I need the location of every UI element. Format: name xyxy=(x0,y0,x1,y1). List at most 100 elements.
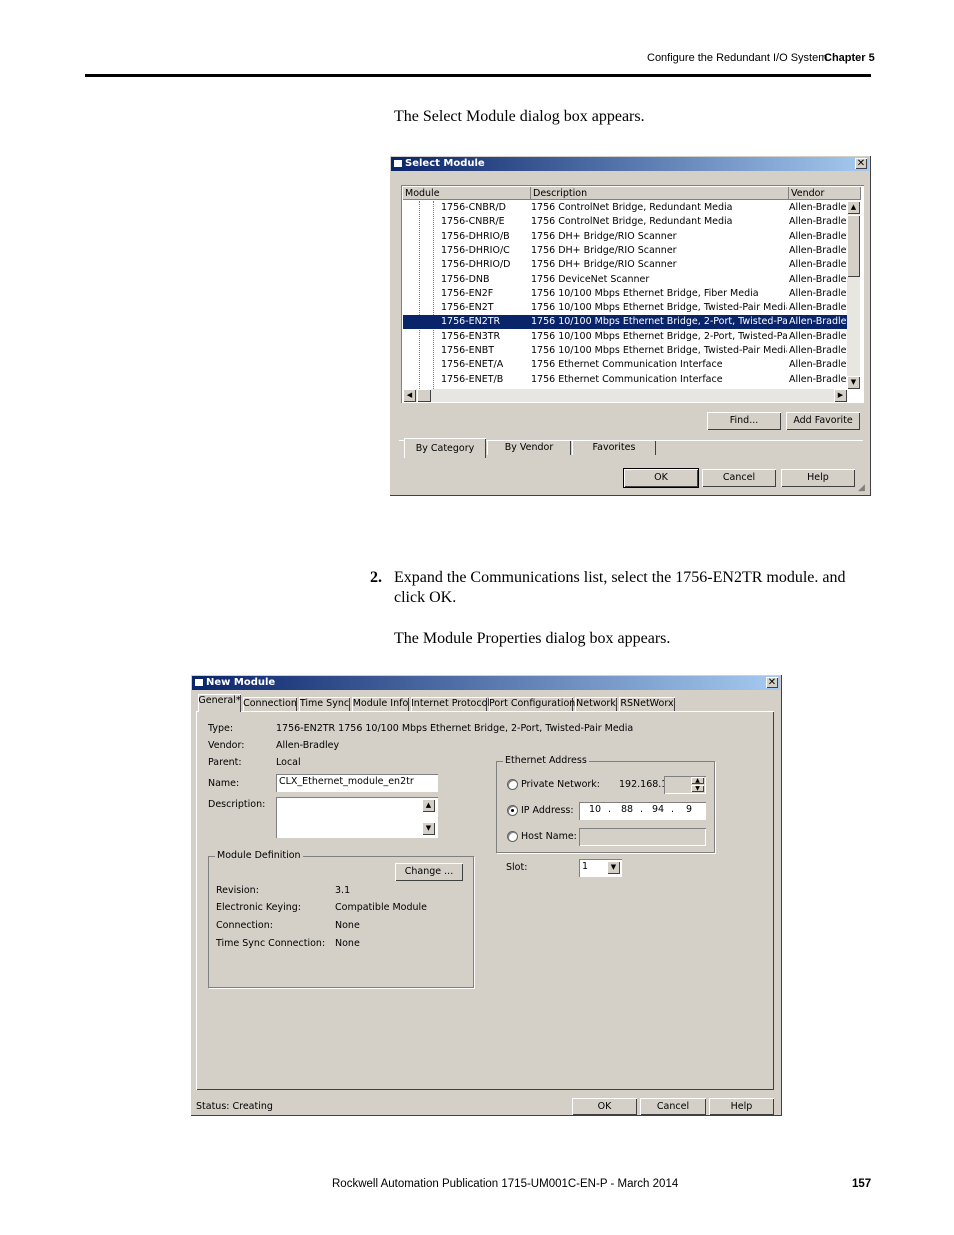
description-cell: 1756 DH+ Bridge/RIO Scanner xyxy=(531,244,677,256)
chevron-down-icon[interactable]: ▼ xyxy=(607,861,620,874)
list-item[interactable]: 1756-EN2TR 1756 10/100 Mbps Ethernet Brid… xyxy=(403,315,847,330)
private-network-spinner[interactable]: ▲ ▼ xyxy=(664,776,706,794)
vendor-cell: Allen-Bradley xyxy=(789,316,847,328)
cancel-button[interactable]: Cancel xyxy=(640,1098,706,1115)
scroll-right-icon[interactable]: ▶ xyxy=(834,389,847,402)
add-favorite-button[interactable]: Add Favorite xyxy=(786,412,860,430)
description-cell: 1756 10/100 Mbps Ethernet Bridge, Fiber … xyxy=(531,287,759,299)
horizontal-scrollbar[interactable]: ◀ ▶ xyxy=(403,389,847,402)
tab-by-category[interactable]: By Category xyxy=(404,438,486,458)
description-field[interactable]: ▲ ▼ xyxy=(276,797,438,838)
tab-internet-protocol[interactable]: Internet Protocol xyxy=(411,697,490,711)
spin-up-icon[interactable]: ▲ xyxy=(691,777,704,784)
help-button[interactable]: Help xyxy=(781,469,855,487)
scroll-left-icon[interactable]: ◀ xyxy=(403,389,416,402)
list-item[interactable]: 1756-DHRIO/D 1756 DH+ Bridge/RIO Scanner A… xyxy=(403,258,847,272)
scroll-up-icon[interactable]: ▲ xyxy=(847,201,860,214)
name-field[interactable]: CLX_Ethernet_module_en2tr xyxy=(276,774,438,792)
scroll-up-icon[interactable]: ▲ xyxy=(422,799,435,812)
list-item[interactable]: 1756-EN2T 1756 10/100 Mbps Ethernet Bridg… xyxy=(403,301,847,315)
list-item[interactable]: 1756-DHRIO/C 1756 DH+ Bridge/RIO Scanner A… xyxy=(403,244,847,258)
vendor-cell: Allen-Bradley xyxy=(789,230,847,242)
select-module-titlebar: Select Module ✕ xyxy=(391,157,869,171)
tab-network[interactable]: Network xyxy=(575,697,617,711)
tab-favorites[interactable]: Favorites xyxy=(572,440,656,455)
def-label-timesync: Time Sync Connection: xyxy=(216,938,326,949)
description-label: Description: xyxy=(208,799,266,810)
list-item[interactable]: 1756-ENBT 1756 10/100 Mbps Ethernet Bridg… xyxy=(403,344,847,358)
ip-address-field[interactable]: 10 . 88 . 94 . 9 xyxy=(579,802,706,820)
vendor-cell: Allen-Bradley xyxy=(789,244,847,256)
module-cell: 1756-ENBT xyxy=(441,345,495,356)
select-module-title: Select Module xyxy=(405,158,485,169)
description-cell: 1756 10/100 Mbps Ethernet Bridge, Twiste… xyxy=(531,302,787,314)
host-name-field[interactable] xyxy=(579,828,706,846)
hscroll-thumb[interactable] xyxy=(417,389,431,402)
vertical-scrollbar[interactable]: ▲ ▼ xyxy=(847,201,860,389)
tab-time-sync[interactable]: Time Sync xyxy=(299,697,350,711)
column-header-description[interactable]: Description xyxy=(531,187,789,200)
def-value-revision: 3.1 xyxy=(335,885,351,896)
list-item[interactable]: 1756-CNBR/E 1756 ControlNet Bridge, Redun… xyxy=(403,215,847,229)
module-cell: 1756-EN2TR xyxy=(441,316,501,328)
description-cell: 1756 Ethernet Communication Interface xyxy=(531,373,723,385)
slot-select[interactable]: 1 ▼ xyxy=(579,859,622,877)
ok-button[interactable]: OK xyxy=(623,468,699,488)
module-props-text: The Module Properties dialog box appears… xyxy=(394,630,671,647)
tab-connection[interactable]: Connection xyxy=(243,697,297,711)
vendor-cell: Allen-Bradley xyxy=(789,302,847,314)
list-item[interactable]: 1756-CNBR/D 1756 ControlNet Bridge, Redun… xyxy=(403,201,847,215)
scroll-down-icon[interactable]: ▼ xyxy=(422,822,435,835)
window-icon xyxy=(195,679,203,686)
vendor-value: Allen-Bradley xyxy=(276,740,340,751)
vendor-cell: Allen-Bradley xyxy=(789,216,847,228)
intro-text: The Select Module dialog box appears. xyxy=(394,108,645,125)
ip-address-radio[interactable] xyxy=(507,805,518,816)
cancel-button[interactable]: Cancel xyxy=(702,469,776,487)
host-name-radio[interactable] xyxy=(507,831,518,842)
module-cell: 1756-DNB xyxy=(441,273,490,285)
ok-button[interactable]: OK xyxy=(572,1098,637,1115)
list-item[interactable]: 1756-DNB 1756 DeviceNet Scanner Allen-Brad… xyxy=(403,273,847,287)
new-module-titlebar: New Module ✕ xyxy=(192,676,780,690)
column-header-module[interactable]: Module xyxy=(403,187,531,200)
vendor-cell: Allen-Bradley xyxy=(789,202,847,213)
footer-publication: Rockwell Automation Publication 1715-UM0… xyxy=(332,1178,679,1190)
list-item[interactable]: 1756-DHRIO/B 1756 DH+ Bridge/RIO Scanner A… xyxy=(403,230,847,244)
ip-octet-3: 94 xyxy=(652,804,665,815)
column-header-vendor[interactable]: Vendor xyxy=(789,187,861,200)
ip-octet-4: 9 xyxy=(686,804,693,815)
vendor-cell: Allen-Bradley xyxy=(789,359,847,371)
resize-grip-icon[interactable]: ◢ xyxy=(858,483,868,493)
module-cell: 1756-CNBR/E xyxy=(441,216,505,228)
list-item[interactable]: 1756-ENET/A 1756 Ethernet Communication I… xyxy=(403,358,847,372)
private-network-radio[interactable] xyxy=(507,779,518,790)
description-cell: 1756 DH+ Bridge/RIO Scanner xyxy=(531,259,677,271)
scroll-thumb[interactable] xyxy=(847,215,860,277)
general-panel: Type: 1756-EN2TR 1756 10/100 Mbps Ethern… xyxy=(196,711,774,1090)
change-button[interactable]: Change ... xyxy=(395,863,463,881)
spin-down-icon[interactable]: ▼ xyxy=(691,785,704,792)
step-text-line1: Expand the Communications list, select t… xyxy=(394,569,846,586)
tab-port-configuration[interactable]: Port Configuration xyxy=(489,697,575,711)
help-button[interactable]: Help xyxy=(709,1098,774,1115)
tab-by-vendor[interactable]: By Vendor xyxy=(487,440,571,455)
list-item[interactable]: 1756-ENET/B 1756 Ethernet Communication I… xyxy=(403,373,847,387)
list-item[interactable]: 1756-EN3TR 1756 10/100 Mbps Ethernet Brid… xyxy=(403,330,847,344)
module-list[interactable]: Module Description Vendor 1756-CNBR/D 175… xyxy=(401,185,864,403)
list-item[interactable]: 1756-EN2F 1756 10/100 Mbps Ethernet Bridg… xyxy=(403,287,847,301)
scroll-down-icon[interactable]: ▼ xyxy=(847,376,860,389)
description-cell: 1756 ControlNet Bridge, Redundant Media xyxy=(531,216,733,228)
close-icon[interactable]: ✕ xyxy=(766,677,778,688)
description-cell: 1756 Ethernet Communication Interface xyxy=(531,359,723,371)
type-label: Type: xyxy=(208,723,234,734)
find-button[interactable]: Find... xyxy=(707,412,781,430)
module-cell: 1756-DHRIO/C xyxy=(441,244,510,256)
step-number: 2. xyxy=(370,569,382,586)
ethernet-group-label: Ethernet Address xyxy=(503,755,589,766)
close-icon[interactable]: ✕ xyxy=(855,158,867,169)
module-cell: 1756-EN2T xyxy=(441,302,494,314)
tab-module-info[interactable]: Module Info xyxy=(352,697,409,711)
tab-rsnetworx[interactable]: RSNetWorx xyxy=(619,697,675,711)
tab-general[interactable]: General* xyxy=(198,694,241,712)
